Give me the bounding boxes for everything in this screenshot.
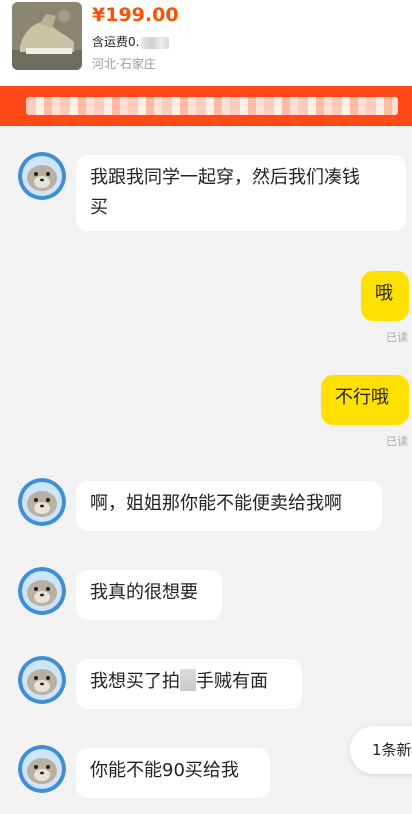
message-text: 啊，姐姐那你能不能便卖给我啊 bbox=[90, 493, 342, 514]
new-messages-label: 1条新 bbox=[372, 741, 412, 759]
message-bubble-incoming[interactable]: 我真的很想要 bbox=[76, 570, 222, 620]
seal-avatar-icon[interactable] bbox=[18, 152, 66, 200]
message-bubble-incoming[interactable]: 我跟我同学一起穿，然后我们凑钱 买 bbox=[76, 155, 406, 231]
message-bubble-outgoing[interactable]: 不行哦 bbox=[321, 375, 409, 425]
seller-location: 河北·石家庄 bbox=[92, 57, 156, 71]
seal-avatar-icon[interactable] bbox=[18, 478, 66, 526]
product-header[interactable]: ¥199.00 含运费0. 河北·石家庄 bbox=[0, 0, 412, 86]
product-price: ¥199.00 bbox=[92, 4, 179, 26]
message-text-part-a: 我想买了拍 bbox=[90, 671, 180, 692]
seal-avatar-icon[interactable] bbox=[18, 656, 66, 704]
message-text: 我真的很想要 bbox=[90, 582, 198, 603]
blurred-banner-text bbox=[26, 97, 398, 115]
message-bubble-incoming[interactable]: 我想买了拍 手贼有面 bbox=[76, 659, 302, 709]
message-text-part-b: 手贼有面 bbox=[196, 671, 268, 692]
message-text: 你能不能90买给我 bbox=[90, 760, 239, 781]
shipping-fee-text: 含运费0. bbox=[92, 35, 140, 49]
message-bubble-outgoing[interactable]: 哦 bbox=[361, 271, 409, 321]
read-receipt: 已读 bbox=[386, 331, 408, 344]
seal-avatar-icon[interactable] bbox=[18, 567, 66, 615]
message-text-line2: 买 bbox=[90, 197, 108, 218]
message-text: 哦 bbox=[375, 283, 393, 304]
shipping-fee: 含运费0. bbox=[92, 33, 170, 50]
message-text: 不行哦 bbox=[335, 387, 389, 408]
read-receipt: 已读 bbox=[386, 435, 408, 448]
censored-character bbox=[180, 669, 196, 691]
blurred-redaction bbox=[141, 36, 170, 49]
message-bubble-incoming[interactable]: 你能不能90买给我 bbox=[76, 748, 270, 798]
new-messages-button[interactable]: 1条新 bbox=[350, 726, 412, 774]
sneaker-photo-icon bbox=[12, 2, 82, 70]
product-thumbnail[interactable] bbox=[12, 2, 82, 70]
notice-banner[interactable] bbox=[0, 86, 412, 126]
message-bubble-incoming[interactable]: 啊，姐姐那你能不能便卖给我啊 bbox=[76, 481, 382, 531]
seal-avatar-icon[interactable] bbox=[18, 745, 66, 793]
message-text: 我跟我同学一起穿，然后我们凑钱 bbox=[90, 167, 360, 188]
